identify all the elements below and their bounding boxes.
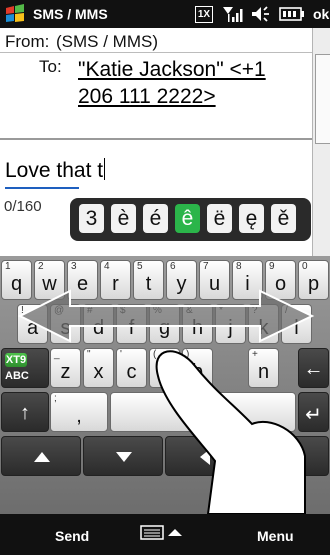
signal-icon: [223, 7, 243, 22]
input-panel-toggle[interactable]: [138, 521, 192, 543]
recipient-field[interactable]: "Katie Jackson" <+1 206 111 2222>: [78, 56, 310, 110]
suggestion-item[interactable]: ë: [207, 204, 232, 233]
message-body-text: Love that t: [5, 159, 104, 182]
network-label: 1X: [195, 6, 213, 23]
suggestion-item[interactable]: é: [143, 204, 168, 233]
send-softkey[interactable]: Send: [55, 528, 89, 544]
from-label: From:: [5, 32, 50, 51]
to-label: To:: [39, 57, 62, 76]
suggestion-item[interactable]: ę: [239, 204, 264, 233]
divider: [0, 52, 312, 53]
swipe-arrow-icon: [17, 289, 315, 343]
text-caret: [104, 158, 106, 180]
suggestion-item[interactable]: è: [111, 204, 136, 233]
network-1x-icon: 1X: [195, 5, 213, 23]
char-counter: 0/160: [4, 198, 42, 215]
swipe-gesture-overlay: [17, 289, 315, 514]
word-suggestion-bar: 3 è é ê ë ę ě: [70, 198, 311, 241]
softkey-bar: Send Menu: [0, 514, 330, 555]
suggestion-item-selected[interactable]: ê: [175, 204, 200, 233]
app-title: SMS / MMS: [33, 6, 108, 22]
scrollbar-thumb[interactable]: [315, 54, 330, 144]
menu-softkey[interactable]: Menu: [257, 528, 294, 544]
scrollbar[interactable]: [312, 28, 330, 256]
divider: [0, 138, 312, 140]
word-underline: [5, 187, 79, 189]
from-value[interactable]: (SMS / MMS): [56, 32, 158, 52]
battery-icon: [279, 7, 304, 21]
volume-icon[interactable]: [250, 5, 272, 23]
message-body-input[interactable]: Love that t: [5, 158, 106, 183]
recipient-line-1[interactable]: "Katie Jackson" <+1: [78, 56, 310, 83]
ok-button[interactable]: ok: [313, 6, 329, 22]
onscreen-keyboard: 1q 2w 3e 4r 5t 6y 7u 8i 9o 0p !a @s #d $…: [0, 256, 330, 514]
keyboard-icon: [140, 525, 182, 540]
windows-flag-icon[interactable]: [4, 3, 26, 25]
status-bar: SMS / MMS 1X ok: [0, 0, 330, 28]
suggestion-item[interactable]: 3: [79, 204, 104, 233]
recipient-line-2[interactable]: 206 111 2222>: [78, 83, 310, 110]
suggestion-item[interactable]: ě: [271, 204, 296, 233]
finger-hand-icon: [155, 350, 306, 514]
